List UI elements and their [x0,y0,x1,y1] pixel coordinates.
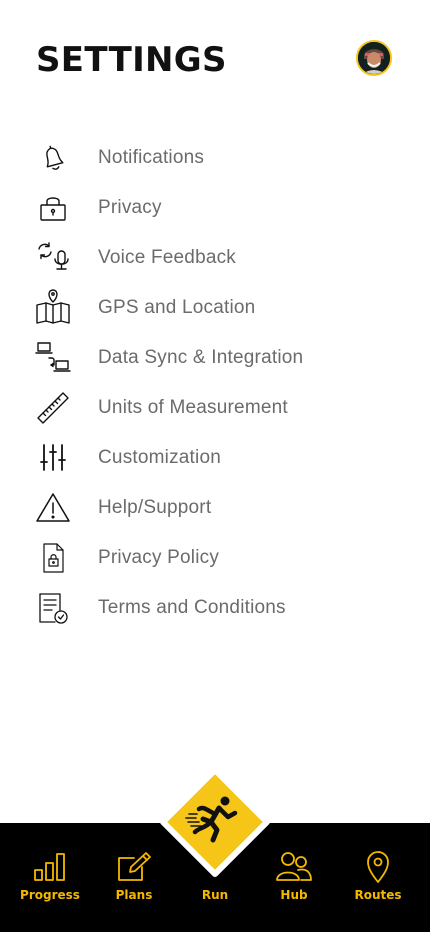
menu-item-label: Voice Feedback [98,247,236,268]
checked-document-icon [34,589,72,627]
map-pin-icon [34,289,72,327]
laptop-sync-icon [34,339,72,377]
tab-hub-label: Hub [280,888,308,902]
bar-chart-icon [34,853,65,881]
menu-item-gps-location[interactable]: GPS and Location [34,283,404,333]
menu-item-label: Terms and Conditions [98,597,286,618]
header: SETTINGS [36,38,392,84]
run-button[interactable] [155,762,275,882]
menu-item-terms[interactable]: Terms and Conditions [34,583,404,633]
menu-item-help-support[interactable]: Help/Support [34,483,404,533]
locked-document-icon [34,539,72,577]
menu-item-label: Notifications [98,147,205,168]
tab-progress[interactable]: Progress [20,823,80,932]
menu-item-label: Privacy Policy [98,547,220,568]
sync-microphone-icon [34,239,72,277]
page-title: SETTINGS [36,40,227,80]
menu-item-privacy[interactable]: Privacy [34,183,404,233]
menu-item-data-sync[interactable]: Data Sync & Integration [34,333,404,383]
menu-item-label: Customization [98,447,221,468]
tab-plans-label: Plans [115,888,153,902]
menu-item-label: Help/Support [98,497,212,518]
tab-progress-label: Progress [20,888,80,902]
location-pin-icon [367,851,389,883]
bell-icon [34,139,72,177]
people-icon [276,852,312,881]
tab-routes-label: Routes [354,888,402,902]
lock-icon [34,189,72,227]
edit-note-icon [118,852,151,881]
menu-item-privacy-policy[interactable]: Privacy Policy [34,533,404,583]
menu-item-notifications[interactable]: Notifications [34,133,404,183]
menu-item-units[interactable]: Units of Measurement [34,383,404,433]
menu-item-label: Privacy [98,197,162,218]
ruler-icon [34,389,72,427]
tab-routes[interactable]: Routes [348,823,408,932]
tab-run-label[interactable]: Run [185,888,245,902]
menu-item-label: GPS and Location [98,297,256,318]
menu-item-label: Data Sync & Integration [98,347,304,368]
menu-item-label: Units of Measurement [98,397,288,418]
sliders-icon [34,439,72,477]
warning-icon [34,489,72,527]
menu-item-customization[interactable]: Customization [34,433,404,483]
settings-screen: SETTINGS Notifications Privacy Voice Fee… [0,0,430,932]
settings-menu: Notifications Privacy Voice Feedback GPS… [34,133,404,633]
menu-item-voice-feedback[interactable]: Voice Feedback [34,233,404,283]
avatar[interactable] [356,40,392,76]
